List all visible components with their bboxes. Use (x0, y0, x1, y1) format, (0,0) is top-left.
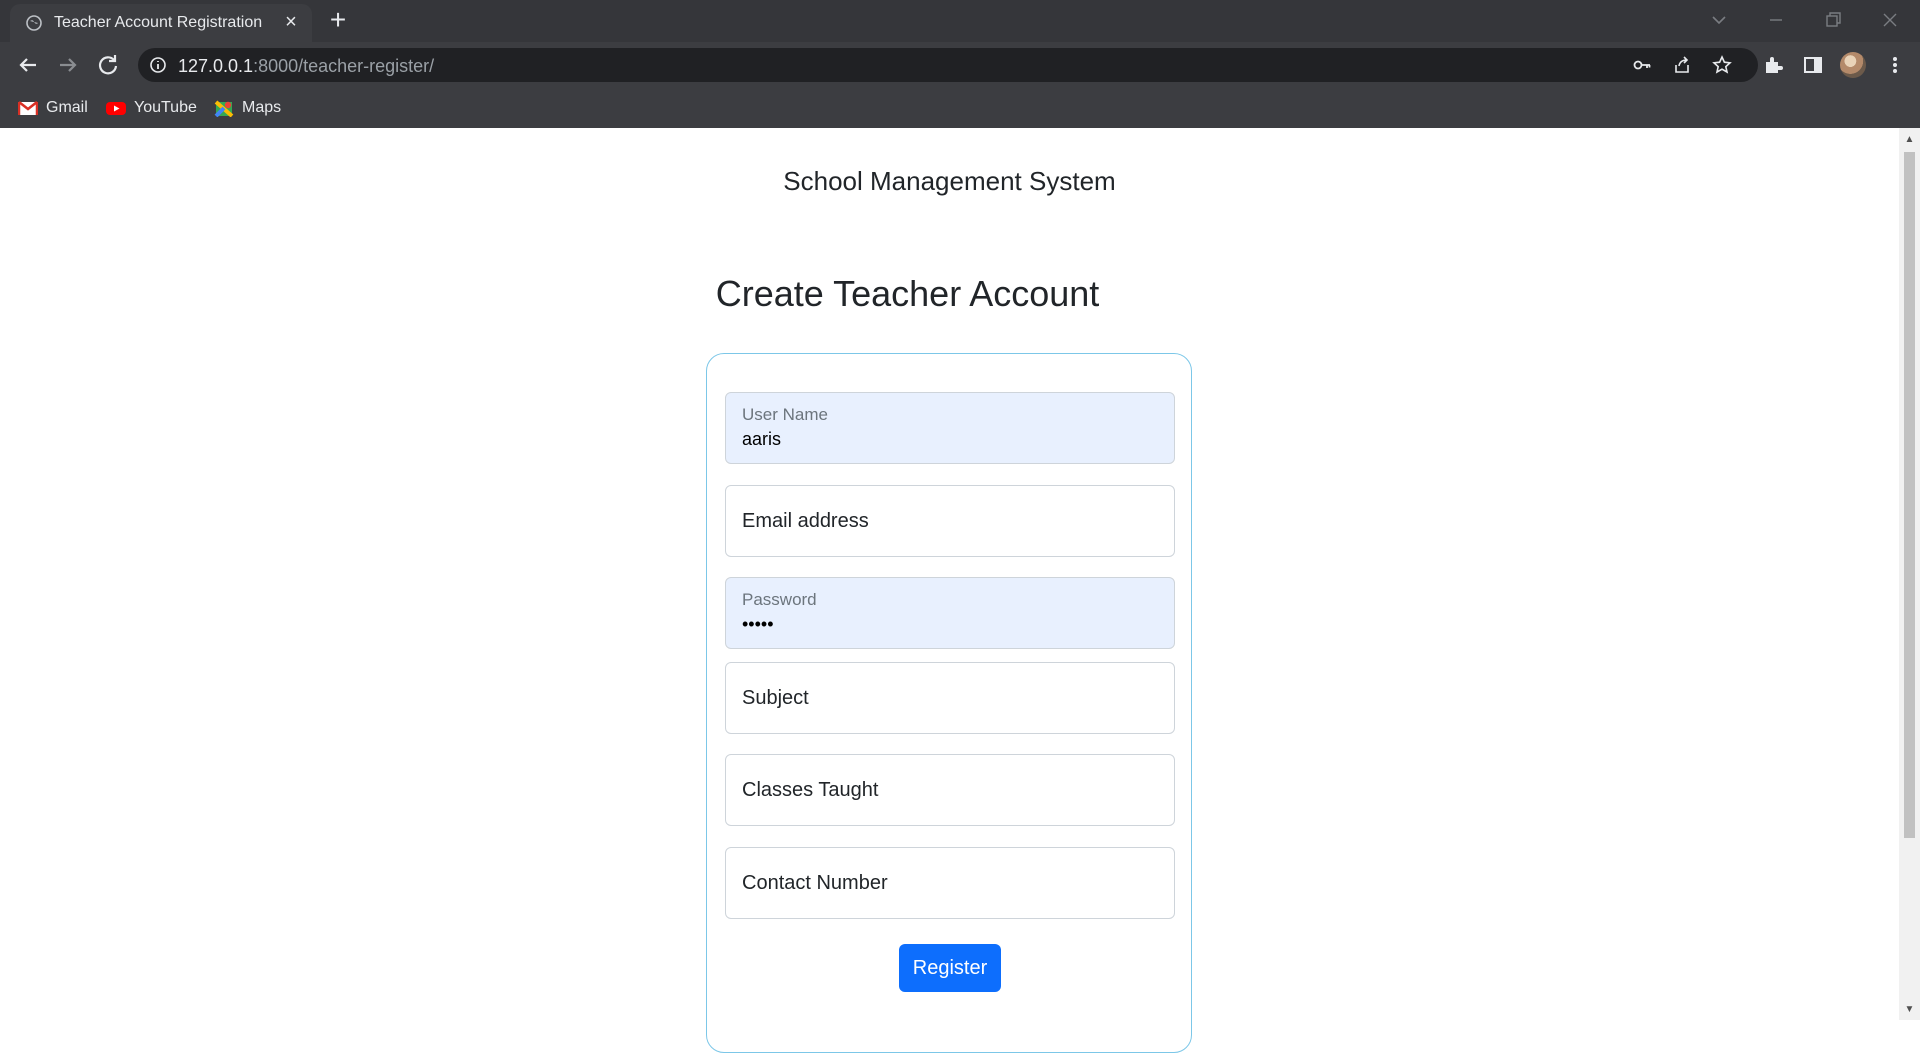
register-button[interactable]: Register (899, 944, 1001, 992)
bookmark-label: YouTube (134, 99, 197, 116)
page-heading: Create Teacher Account (715, 273, 1100, 314)
username-value: aaris (742, 429, 782, 449)
menu-icon[interactable] (1884, 54, 1906, 76)
tab-title: Teacher Account Registration (54, 14, 263, 31)
page-scrollbar[interactable]: ▲ ▼ (1899, 128, 1920, 1020)
tab-search-icon[interactable] (1707, 8, 1731, 32)
browser-tab[interactable]: Teacher Account Registration × (10, 4, 312, 42)
bookmark-label: Maps (242, 99, 282, 116)
scroll-up-arrow-icon[interactable]: ▲ (1904, 134, 1915, 145)
share-icon[interactable] (1672, 55, 1692, 75)
globe-icon (26, 15, 42, 31)
bookmark-star-icon[interactable] (1712, 55, 1732, 75)
close-tab-icon[interactable]: × (280, 11, 302, 33)
profile-avatar[interactable] (1840, 52, 1866, 78)
scroll-down-arrow-icon[interactable]: ▼ (1904, 1004, 1915, 1015)
extensions-icon[interactable] (1762, 54, 1784, 76)
restore-icon[interactable] (1821, 8, 1845, 32)
tab-strip: Teacher Account Registration × + (0, 0, 1920, 42)
classes-taught-field[interactable]: Classes Taught (725, 754, 1175, 826)
youtube-icon (106, 102, 126, 115)
contact-number-placeholder: Contact Number (742, 872, 888, 894)
classes-taught-placeholder: Classes Taught (742, 779, 879, 801)
new-tab-icon[interactable]: + (324, 6, 352, 34)
bookmark-label: Gmail (46, 99, 88, 116)
subject-field[interactable]: Subject (725, 662, 1175, 734)
password-label: Password (742, 590, 817, 609)
close-window-icon[interactable] (1878, 8, 1902, 32)
browser-toolbar: 127.0.0.1:8000/teacher-register/ (0, 42, 1920, 88)
email-placeholder: Email address (742, 510, 869, 532)
password-value: ••••• (742, 614, 774, 634)
bookmark-gmail[interactable]: Gmail (18, 97, 88, 119)
password-field[interactable]: Password ••••• (725, 577, 1175, 649)
address-bar[interactable]: 127.0.0.1:8000/teacher-register/ (138, 48, 1758, 82)
registration-form: User Name aaris Email address Password •… (706, 353, 1192, 1053)
site-info-icon[interactable] (148, 55, 168, 75)
bookmarks-bar: Gmail YouTube Maps (0, 88, 1920, 128)
subject-placeholder: Subject (742, 687, 809, 709)
bookmark-youtube[interactable]: YouTube (106, 97, 197, 119)
page-content: School Management System Create Teacher … (0, 128, 1899, 1053)
bookmark-maps[interactable]: Maps (214, 97, 284, 119)
email-field[interactable]: Email address (725, 485, 1175, 557)
username-field[interactable]: User Name aaris (725, 392, 1175, 464)
minimize-icon[interactable] (1764, 8, 1788, 32)
site-title: School Management System (783, 166, 1116, 196)
url-text[interactable]: 127.0.0.1:8000/teacher-register/ (178, 56, 434, 77)
scroll-thumb[interactable] (1904, 152, 1915, 838)
maps-icon (214, 100, 234, 117)
key-icon[interactable] (1632, 55, 1652, 75)
side-panel-icon[interactable] (1802, 54, 1824, 76)
reload-icon[interactable] (94, 51, 122, 79)
username-label: User Name (742, 405, 828, 424)
contact-number-field[interactable]: Contact Number (725, 847, 1175, 919)
gmail-icon (18, 101, 38, 115)
forward-icon[interactable] (54, 51, 82, 79)
back-icon[interactable] (14, 51, 42, 79)
